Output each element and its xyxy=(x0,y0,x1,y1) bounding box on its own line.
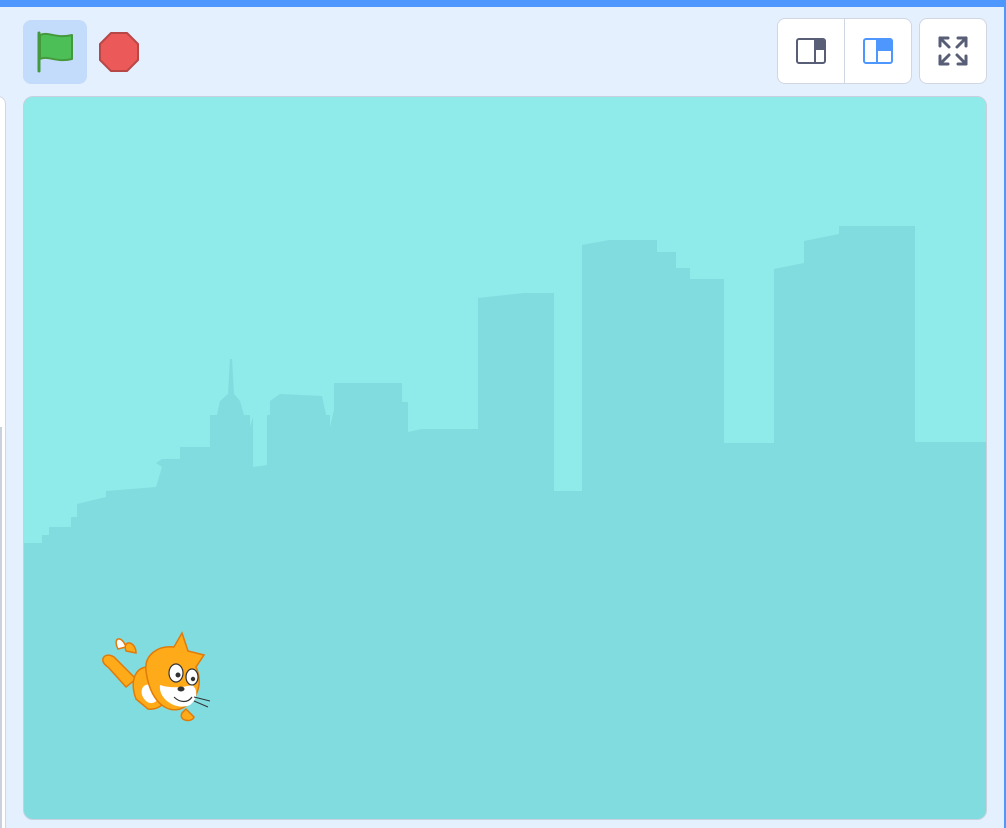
fullscreen-icon xyxy=(938,36,968,66)
scrollbar-track[interactable] xyxy=(0,427,2,828)
stage-controls xyxy=(23,20,145,84)
stop-icon xyxy=(99,32,139,72)
stage-canvas[interactable] xyxy=(23,96,987,820)
cat-icon xyxy=(102,631,211,722)
small-stage-button[interactable] xyxy=(778,19,844,83)
green-flag-button[interactable] xyxy=(23,20,87,84)
stage-size-toggle xyxy=(777,18,912,84)
top-accent-bar xyxy=(0,0,1006,7)
normal-stage-icon xyxy=(863,38,893,64)
cat-sprite[interactable] xyxy=(96,627,216,727)
left-panel-edge xyxy=(0,96,6,828)
fullscreen-button[interactable] xyxy=(919,18,987,84)
green-flag-icon xyxy=(37,31,73,73)
stop-button[interactable] xyxy=(93,20,145,84)
small-stage-icon xyxy=(796,38,826,64)
normal-stage-button[interactable] xyxy=(844,19,911,83)
